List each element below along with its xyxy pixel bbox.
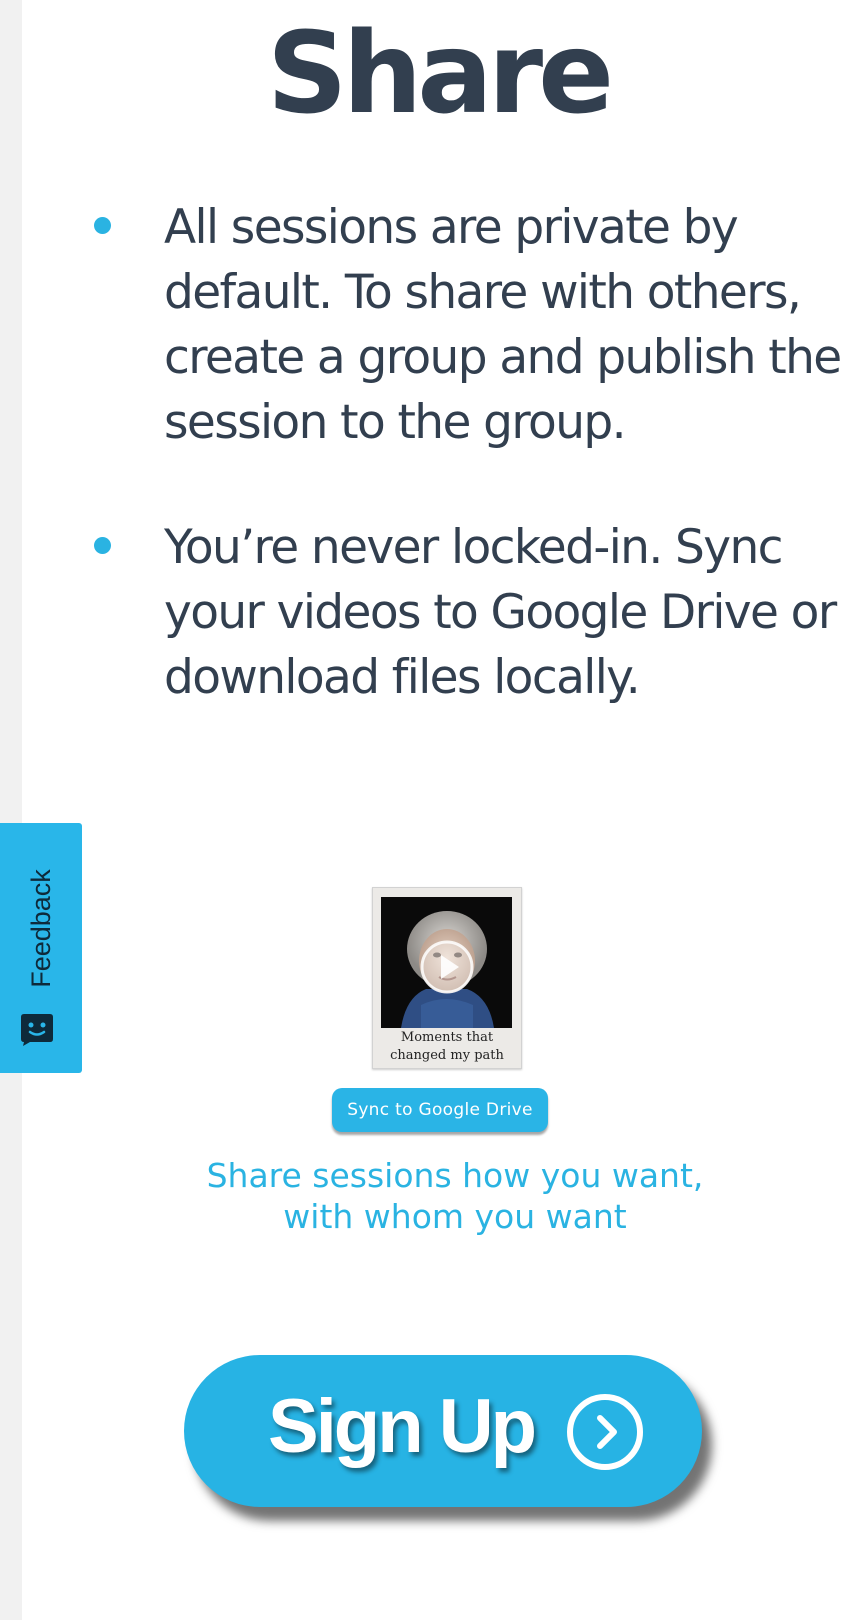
thumbnail-caption: Moments that changed my path [373, 1029, 521, 1065]
bullet-item-sync: You’re never locked-in. Sync your videos… [94, 515, 854, 710]
bullet-item-privacy: All sessions are private by default. To … [94, 195, 854, 455]
tagline: Share sessions how you want, with whom y… [22, 1155, 854, 1237]
tagline-line: with whom you want [283, 1197, 627, 1236]
sync-to-google-drive-button[interactable]: Sync to Google Drive [332, 1088, 548, 1132]
caption-line: changed my path [390, 1048, 504, 1063]
caption-line: Moments that [400, 1030, 494, 1045]
thumbnail-photo [381, 897, 512, 1028]
section-title: Share [266, 9, 614, 139]
tagline-line: Share sessions how you want, [206, 1156, 704, 1195]
feature-bullet-list: All sessions are private by default. To … [94, 195, 854, 770]
bullet-text: All sessions are private by default. To … [164, 200, 842, 450]
share-section: Share All sessions are private by defaul… [22, 0, 854, 1620]
bullet-dot [94, 217, 111, 234]
session-thumbnail[interactable]: Moments that changed my path [372, 887, 522, 1069]
sign-up-label: Sign Up [268, 1384, 537, 1469]
chevron-right-circle-icon [567, 1394, 643, 1470]
bullet-dot [94, 537, 111, 554]
play-icon[interactable] [419, 939, 475, 995]
sign-up-button[interactable]: Sign Up [184, 1355, 702, 1507]
feedback-label: Feedback [25, 868, 56, 988]
bullet-text: You’re never locked-in. Sync your videos… [164, 520, 837, 705]
feedback-label-wrap: Feedback [16, 853, 66, 1003]
feedback-tab[interactable]: Feedback [0, 823, 82, 1073]
chat-face-icon [21, 1014, 53, 1046]
left-margin-strip [0, 0, 22, 1620]
